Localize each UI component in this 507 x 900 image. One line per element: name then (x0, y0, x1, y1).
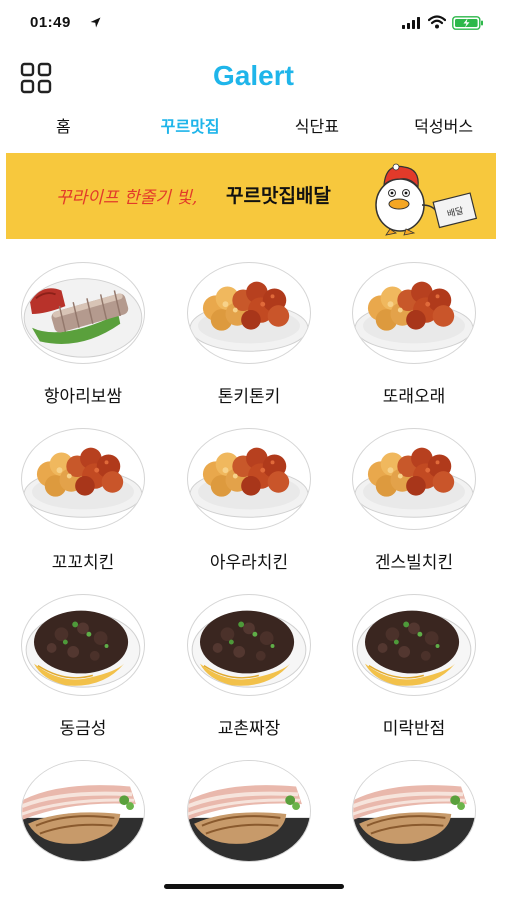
banner-slogan: 꾸라이프 한줄기 빛, (56, 188, 198, 208)
tab-duksung-bus[interactable]: 덕성버스 (380, 112, 507, 142)
jjajangmyeon-image (187, 594, 311, 696)
chicken-image (187, 428, 311, 530)
chicken-image (187, 262, 311, 364)
restaurant-name: 또래오래 (382, 387, 446, 407)
restaurant-name: 미락반점 (382, 719, 446, 739)
grilled-pork-image (21, 760, 145, 862)
restaurant-card[interactable]: 또래오래 (344, 262, 484, 412)
restaurant-name: 아우라치킨 (209, 553, 289, 573)
restaurant-card[interactable]: 미락반점 (344, 594, 484, 744)
mascot-illustration: 배달 (375, 163, 478, 236)
restaurant-name: 꼬꼬치킨 (51, 553, 115, 573)
grilled-pork-image (352, 760, 476, 862)
home-indicator[interactable] (164, 884, 344, 889)
promo-banner[interactable]: 꾸라이프 한줄기 빛, 꾸르맛집배달 배달 (6, 153, 496, 239)
restaurant-card[interactable]: 항아리보쌈 (13, 262, 153, 412)
chicken-image (352, 262, 476, 364)
status-bar: 01:49 (0, 0, 507, 50)
status-time: 01:49 (30, 14, 71, 31)
location-arrow-icon (90, 17, 101, 28)
bossam-image (21, 262, 145, 364)
restaurant-name: 교촌짜장 (217, 719, 281, 739)
restaurant-card[interactable]: 교촌짜장 (179, 594, 319, 744)
restaurant-name: 항아리보쌈 (43, 387, 123, 407)
restaurant-card[interactable] (13, 760, 153, 900)
restaurant-name: 동금성 (59, 719, 107, 739)
restaurant-card[interactable]: 톤키톤키 (179, 262, 319, 412)
restaurant-card[interactable]: 꼬꼬치킨 (13, 428, 153, 578)
jjajangmyeon-image (21, 594, 145, 696)
restaurant-card[interactable] (344, 760, 484, 900)
chicken-image (21, 428, 145, 530)
wifi-icon (428, 15, 446, 29)
chicken-image (352, 428, 476, 530)
restaurant-card[interactable]: 겐스빌치킨 (344, 428, 484, 578)
app-header: Galert (0, 52, 507, 104)
app-title: Galert (213, 60, 294, 91)
battery-charging-icon (452, 16, 483, 30)
tab-meal-menu[interactable]: 식단표 (254, 112, 381, 142)
restaurant-name: 톤키톤키 (217, 387, 281, 407)
restaurant-card[interactable]: 동금성 (13, 594, 153, 744)
jjajangmyeon-image (352, 594, 476, 696)
restaurant-name: 겐스빌치킨 (374, 553, 454, 573)
banner-service-name: 꾸르맛집배달 (226, 185, 331, 207)
tab-kkureu-restaurants[interactable]: 꾸르맛집 (127, 112, 254, 142)
restaurant-card[interactable] (179, 760, 319, 900)
grilled-pork-image (187, 760, 311, 862)
tab-home[interactable]: 홈 (0, 112, 127, 142)
tab-bar: 홈 꾸르맛집 식단표 덕성버스 (0, 112, 507, 142)
restaurant-card[interactable]: 아우라치킨 (179, 428, 319, 578)
cellular-signal-icon (402, 17, 420, 29)
